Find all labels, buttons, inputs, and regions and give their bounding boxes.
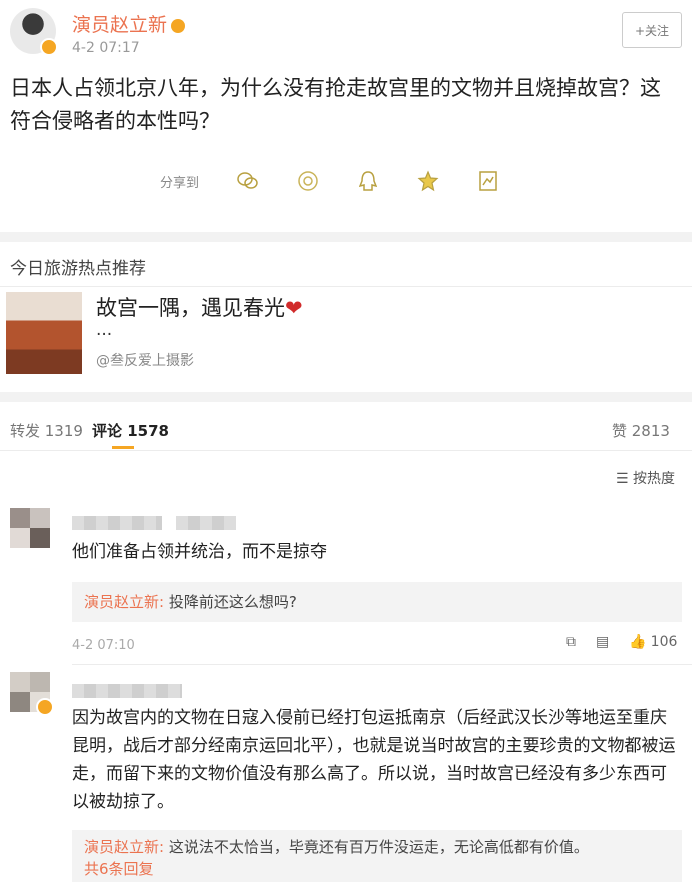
comments-card: 转发 1319 评论 1578 赞 2813 ☰ 按热度 他们准备占领并统治，而… xyxy=(0,402,692,882)
post-time: 4-2 07:17 xyxy=(72,40,140,56)
post-card: 演员赵立新 4-2 07:17 +关注 日本人占领北京八年，为什么没有抢走故宫里… xyxy=(0,0,692,232)
reply-text: 投降前还这么想吗? xyxy=(168,593,297,611)
sort-button[interactable]: ☰ 按热度 xyxy=(616,468,675,488)
reply-text: 这说法不太恰当，毕竟还有百万件没运走，无论高低都有价值。 xyxy=(168,838,589,856)
bookmark-icon[interactable] xyxy=(477,170,499,192)
recommend-card: 今日旅游热点推荐 故宫一隅，遇见春光❤ ... @叁反爱上摄影 xyxy=(0,242,692,392)
sort-label: 按热度 xyxy=(633,471,676,487)
commenter-avatar[interactable] xyxy=(10,672,54,716)
comment-actions: ⧉ ▤ 👍 106 xyxy=(566,634,677,650)
commenter-avatar[interactable] xyxy=(10,508,50,548)
tab-repost[interactable]: 转发 1319 xyxy=(10,420,83,441)
blurred-username xyxy=(72,516,162,530)
heart-icon: ❤ xyxy=(285,296,303,320)
blurred-username xyxy=(72,684,182,698)
share-label: 分享到 xyxy=(160,175,200,191)
wechat-icon[interactable] xyxy=(237,170,259,192)
moments-icon[interactable] xyxy=(297,170,319,192)
reply-quote[interactable]: 演员赵立新: 这说法不太恰当，毕竟还有百万件没运走，无论高低都有价值。 共6条回… xyxy=(72,830,682,882)
divider xyxy=(0,286,692,287)
qzone-icon[interactable] xyxy=(417,170,439,192)
recommend-title: 今日旅游热点推荐 xyxy=(10,259,146,279)
reply-quote[interactable]: 演员赵立新: 投降前还这么想吗? xyxy=(72,582,682,622)
comment-time: 4-2 07:10 xyxy=(72,638,135,653)
author-name[interactable]: 演员赵立新 xyxy=(72,10,186,37)
tab-active-indicator xyxy=(112,446,134,449)
reply-author[interactable]: 演员赵立新: xyxy=(84,593,164,611)
like-count: 106 xyxy=(650,634,678,650)
blurred-username xyxy=(176,516,236,530)
recommend-headline[interactable]: 故宫一隅，遇见春光❤ xyxy=(96,292,303,322)
recommend-ellipsis: ... xyxy=(96,320,113,340)
share-icon[interactable]: ⧉ xyxy=(566,634,576,650)
comment-text: 因为故宫内的文物在日寇入侵前已经打包运抵南京（后经武汉长沙等地运至重庆昆明，战后… xyxy=(72,708,676,812)
author-name-text: 演员赵立新 xyxy=(72,14,168,36)
verified-badge-icon xyxy=(40,38,58,56)
divider xyxy=(72,664,692,665)
verified-badge-icon xyxy=(36,698,54,716)
recommend-thumbnail[interactable] xyxy=(6,292,82,374)
post-content: 日本人占领北京八年，为什么没有抢走故宫里的文物并且烧掉故宫？这符合侵略者的本性吗… xyxy=(10,76,661,133)
sort-icon: ☰ xyxy=(616,471,634,487)
recommend-source[interactable]: @叁反爱上摄影 xyxy=(96,350,194,370)
recommend-headline-text: 故宫一隅，遇见春光 xyxy=(96,296,285,320)
share-bar: 分享到 xyxy=(160,170,537,192)
tab-likes[interactable]: 赞 2813 xyxy=(612,420,670,441)
qq-icon[interactable] xyxy=(357,170,379,192)
follow-button[interactable]: +关注 xyxy=(622,12,682,48)
more-replies-link[interactable]: 共6条回复 xyxy=(84,860,154,878)
reply-icon[interactable]: ▤ xyxy=(596,634,609,650)
like-icon[interactable]: 👍 xyxy=(629,634,646,650)
reply-author[interactable]: 演员赵立新: xyxy=(84,838,164,856)
vip-icon xyxy=(171,18,186,33)
tab-comments[interactable]: 评论 1578 xyxy=(92,420,169,441)
comment-text: 他们准备占领并统治，而不是掠夺 xyxy=(72,542,327,562)
author-avatar[interactable] xyxy=(10,8,58,56)
divider xyxy=(0,450,692,451)
